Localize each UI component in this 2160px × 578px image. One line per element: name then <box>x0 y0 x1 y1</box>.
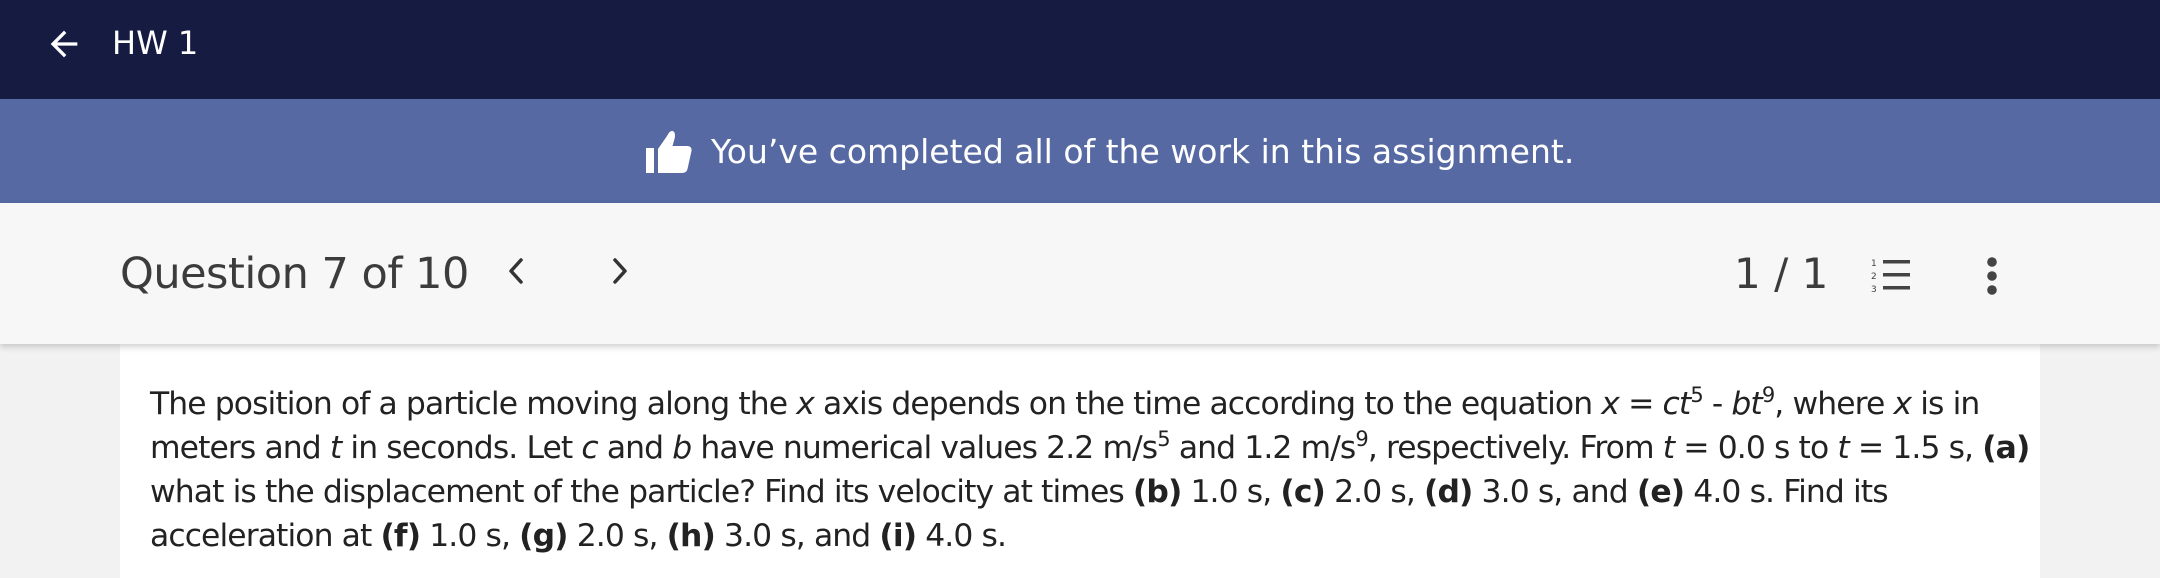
completion-message: You’ve completed all of the work in this… <box>711 131 1575 171</box>
question-text-segment: (e) <box>1636 474 1685 510</box>
question-text-segment: 2.0 s, <box>567 518 667 554</box>
svg-text:3: 3 <box>1871 285 1877 295</box>
question-text-segment: = 0.0 s to <box>1674 430 1838 466</box>
question-text-segment: 3.0 s, and <box>714 518 880 554</box>
question-text-segment: (d) <box>1424 474 1473 510</box>
question-text-segment: ct <box>1662 386 1692 422</box>
question-text-segment: 1.0 s, <box>1181 474 1281 510</box>
question-text-segment: t <box>1837 430 1849 466</box>
question-text-segment: 9 <box>1355 427 1368 451</box>
question-list-button[interactable]: 1 2 3 <box>1868 251 1918 301</box>
question-text-segment: 5 <box>1157 427 1170 451</box>
question-text-segment: (g) <box>519 518 568 554</box>
question-text-segment: = 1.5 s, <box>1848 430 1983 466</box>
question-card: The position of a particle moving along … <box>120 344 2040 578</box>
question-text-segment: axis depends on the time according to th… <box>813 386 1602 422</box>
question-text-segment: 3.0 s, and <box>1472 474 1637 510</box>
question-text-segment: (h) <box>666 518 716 554</box>
banner-content: You’ve completed all of the work in this… <box>645 123 1574 179</box>
chevron-left-icon <box>509 258 523 284</box>
question-text-segment: 5 <box>1690 383 1703 407</box>
question-score: 1 / 1 <box>1734 249 1829 298</box>
question-content-area: The position of a particle moving along … <box>0 344 2160 578</box>
question-text-segment: c <box>581 430 598 466</box>
question-text-segment: x <box>796 386 815 422</box>
question-text-segment: b <box>672 430 692 466</box>
question-text-segment: = <box>1618 386 1663 422</box>
question-text-segment: The position of a particle moving along … <box>150 386 797 422</box>
question-text-segment: (a) <box>1982 430 2030 466</box>
question-text-segment: x <box>1893 386 1912 422</box>
completion-banner: You’ve completed all of the work in this… <box>0 99 2160 203</box>
question-text: The position of a particle moving along … <box>150 382 2030 558</box>
svg-text:2: 2 <box>1871 272 1877 282</box>
question-text-segment: (c) <box>1280 474 1326 510</box>
question-counter: Question 7 of 10 <box>120 249 469 299</box>
more-options-button[interactable] <box>1972 251 2012 301</box>
thumbs-up-icon <box>646 130 692 173</box>
svg-text:1: 1 <box>1871 259 1877 269</box>
question-text-segment: (b) <box>1132 474 1182 510</box>
back-button[interactable] <box>38 18 90 70</box>
arrow-left-icon <box>50 30 78 58</box>
next-question-button[interactable] <box>594 245 646 297</box>
question-text-segment: , where <box>1774 386 1894 422</box>
chevron-right-icon <box>613 258 627 284</box>
question-text-segment: and 1.2 m/s <box>1169 430 1356 466</box>
question-text-segment: x <box>1601 386 1620 422</box>
question-text-segment: , respectively. From <box>1367 430 1663 466</box>
question-text-segment: (i) <box>879 518 917 554</box>
assignment-title: HW 1 <box>112 24 199 62</box>
question-text-segment: t <box>1662 430 1675 466</box>
question-text-segment: 2.0 s, <box>1325 474 1424 510</box>
previous-question-button[interactable] <box>490 245 542 297</box>
question-text-segment: 9 <box>1761 383 1775 407</box>
more-vertical-icon <box>1987 257 1997 295</box>
question-text-segment: bt <box>1731 386 1762 422</box>
question-text-segment: - <box>1702 386 1732 422</box>
numbered-list-icon: 1 2 3 <box>1871 259 1910 295</box>
top-bar: HW 1 <box>0 0 2160 99</box>
question-text-segment: in seconds. Let <box>341 430 582 466</box>
question-text-segment: t <box>329 430 342 466</box>
question-text-segment: have numerical values 2.2 m/s <box>691 430 1158 466</box>
question-text-segment: (f) <box>380 518 421 554</box>
question-text-segment: 4.0 s. <box>916 518 1007 554</box>
question-text-segment: 1.0 s, <box>420 518 520 554</box>
question-text-segment: and <box>597 430 673 466</box>
question-navigation-bar: Question 7 of 10 1 / 1 1 2 3 <box>0 203 2160 344</box>
